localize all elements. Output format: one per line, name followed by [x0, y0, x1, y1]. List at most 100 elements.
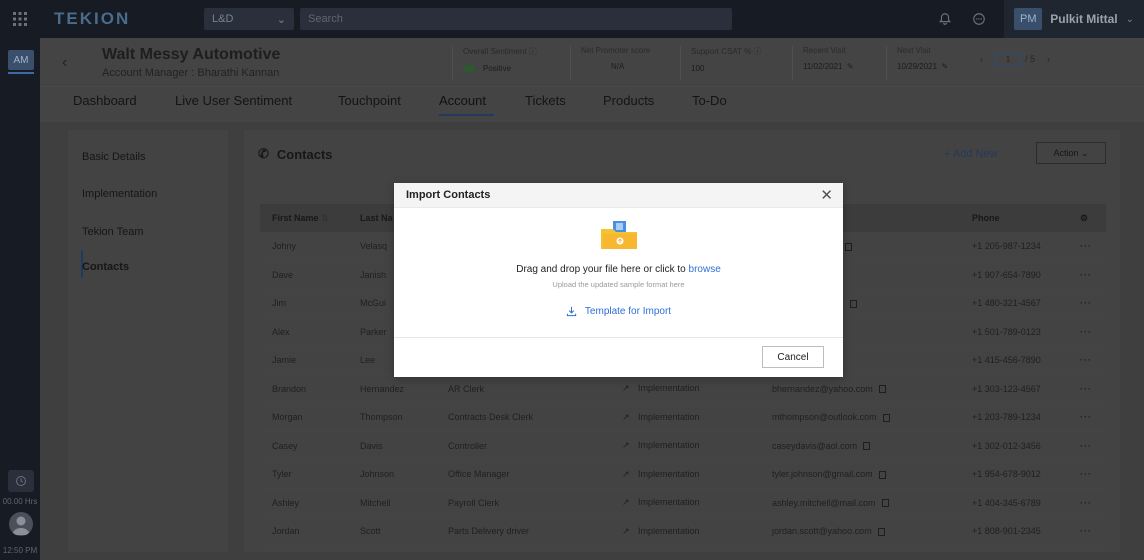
- cell-first-name: Alex: [260, 317, 348, 347]
- side-nav-implementation[interactable]: Implementation: [82, 188, 157, 200]
- app-grid-icon[interactable]: [0, 0, 40, 38]
- more-options-icon[interactable]: ···: [1068, 403, 1106, 432]
- more-options-icon[interactable]: ···: [1068, 460, 1106, 489]
- copy-icon[interactable]: [845, 242, 853, 251]
- more-options-icon[interactable]: ···: [1068, 317, 1106, 347]
- more-options-icon[interactable]: ···: [1068, 488, 1106, 518]
- table-row[interactable]: Ashley Mitchell Payroll Clerk ↗ Implementati…: [260, 488, 1106, 518]
- link-icon: ↗: [622, 468, 630, 479]
- chevron-down-icon: ⌄: [1080, 147, 1089, 158]
- team-label: Implementation: [638, 440, 700, 451]
- metric-next-visit: Next Visit 10/29/2021 ✎: [886, 46, 948, 80]
- prev-chevron-icon[interactable]: ‹: [980, 54, 983, 64]
- chat-icon[interactable]: [970, 10, 988, 28]
- contacts-title: ✆ Contacts: [258, 146, 333, 162]
- copy-icon[interactable]: [877, 527, 885, 536]
- side-nav-contacts[interactable]: Contacts: [82, 261, 129, 273]
- clock-icon[interactable]: [8, 470, 34, 492]
- edit-pencil-icon[interactable]: ✎: [942, 62, 949, 71]
- copy-icon[interactable]: [882, 413, 890, 422]
- chevron-down-icon: ⌄: [276, 13, 286, 26]
- search-placeholder: Search: [308, 13, 343, 25]
- cell-role: AR Clerk: [436, 374, 610, 404]
- email-text: bhernandez@yahoo.com: [772, 383, 873, 394]
- modal-footer: Cancel: [394, 337, 843, 377]
- more-options-icon[interactable]: ···: [1068, 374, 1106, 404]
- sentiment-dot-icon: [463, 65, 475, 72]
- profile-avatar-icon[interactable]: [9, 512, 33, 536]
- email-text: ashley.mitchell@mail.com: [772, 497, 876, 508]
- modal-header: Import Contacts ✕: [394, 183, 843, 208]
- copy-icon[interactable]: [878, 470, 886, 479]
- template-for-import-link[interactable]: Template for Import: [394, 306, 843, 317]
- tab-account[interactable]: Account: [439, 93, 486, 108]
- more-options-icon[interactable]: ···: [1068, 289, 1106, 318]
- account-pager: ‹ 1 / 5 ›: [980, 52, 1050, 66]
- tab-todo[interactable]: To-Do: [692, 93, 727, 108]
- left-rail: AM 00.00 Hrs 12:50 PM: [0, 38, 40, 560]
- more-options-icon[interactable]: ···: [1068, 232, 1106, 261]
- side-nav-basic-details[interactable]: Basic Details: [82, 151, 146, 163]
- close-icon[interactable]: ✕: [820, 188, 833, 203]
- email-text: mthompson@outlook.com: [772, 412, 877, 423]
- copy-icon[interactable]: [849, 299, 857, 308]
- chevron-down-icon: ⌄: [1125, 13, 1134, 25]
- search-input[interactable]: Search: [300, 8, 732, 30]
- column-first-name[interactable]: First Name ⇅: [260, 204, 348, 232]
- next-chevron-icon[interactable]: ›: [1047, 54, 1050, 64]
- store-select-value: L&D: [212, 13, 234, 25]
- team-label: Implementation: [638, 497, 700, 508]
- copy-icon[interactable]: [881, 499, 889, 508]
- tab-live-user-sentiment[interactable]: Live User Sentiment: [175, 93, 292, 108]
- account-manager: Account Manager : Bharathi Kannan: [102, 67, 280, 79]
- cell-email: tyler.johnson@gmail.com: [760, 460, 960, 489]
- bell-icon[interactable]: [936, 10, 954, 28]
- user-menu[interactable]: PM Pulkit Mittal ⌄: [1004, 0, 1144, 38]
- metric-value: 11/02/2021 ✎: [803, 62, 854, 71]
- file-drop-zone[interactable]: Drag and drop your file here or click to…: [394, 208, 843, 336]
- cell-first-name: Johny: [260, 232, 348, 261]
- cell-last-name: Davis: [348, 431, 436, 461]
- link-icon: ↗: [622, 440, 630, 451]
- store-select[interactable]: L&D ⌄: [204, 8, 294, 30]
- rail-am-badge[interactable]: AM: [8, 50, 34, 70]
- copy-icon[interactable]: [863, 442, 871, 451]
- link-icon: ↗: [622, 497, 630, 508]
- edit-pencil-icon[interactable]: ✎: [847, 62, 854, 71]
- table-row[interactable]: Jordan Scott Parts Delivery driver ↗ Impleme…: [260, 517, 1106, 546]
- cell-first-name: Morgan: [260, 403, 348, 432]
- email-text: tyler.johnson@gmail.com: [772, 469, 873, 480]
- account-name: Walt Messy Automotive: [102, 46, 281, 63]
- copy-icon[interactable]: [878, 385, 886, 394]
- table-row[interactable]: Tyler Johnson Office Manager ↗ Implementatio…: [260, 460, 1106, 489]
- cell-email: mthompson@outlook.com: [760, 403, 960, 432]
- cancel-button[interactable]: Cancel: [762, 346, 824, 368]
- add-new-button[interactable]: + Add New: [944, 148, 998, 160]
- table-row[interactable]: Casey Davis Controller ↗ Implementation casey…: [260, 431, 1106, 461]
- page-input[interactable]: 1: [995, 52, 1021, 66]
- table-row[interactable]: Brandon Hernandez AR Clerk ↗ Implementation b…: [260, 374, 1106, 404]
- account-tabs: Dashboard Live User Sentiment Touchpoint…: [40, 86, 1144, 122]
- gear-icon[interactable]: ⚙: [1068, 204, 1106, 232]
- cell-email: ashley.mitchell@mail.com: [760, 488, 960, 518]
- column-phone[interactable]: Phone: [960, 204, 1068, 232]
- drop-subtext: Upload the updated sample format here: [552, 280, 685, 289]
- modal-title: Import Contacts: [406, 189, 491, 201]
- cell-team: ↗ Implementation: [610, 517, 760, 546]
- more-options-icon[interactable]: ···: [1068, 517, 1106, 546]
- more-options-icon[interactable]: ···: [1068, 346, 1106, 375]
- back-chevron-icon[interactable]: ‹: [62, 54, 67, 72]
- more-options-icon[interactable]: ···: [1068, 260, 1106, 290]
- cell-team: ↗ Implementation: [610, 374, 760, 404]
- user-name: Pulkit Mittal: [1050, 12, 1118, 26]
- tab-products[interactable]: Products: [603, 93, 654, 108]
- action-dropdown[interactable]: Action ⌄: [1036, 142, 1106, 164]
- tab-touchpoint[interactable]: Touchpoint: [338, 93, 401, 108]
- tab-tickets[interactable]: Tickets: [525, 93, 566, 108]
- side-nav-tekion-team[interactable]: Tekion Team: [82, 226, 144, 238]
- browse-link[interactable]: browse: [689, 264, 721, 275]
- metric-csat: Support CSAT % ⓘ 100: [680, 46, 761, 80]
- tab-dashboard[interactable]: Dashboard: [73, 93, 137, 108]
- more-options-icon[interactable]: ···: [1068, 431, 1106, 461]
- table-row[interactable]: Morgan Thompson Contracts Desk Clerk ↗ Imple…: [260, 403, 1106, 432]
